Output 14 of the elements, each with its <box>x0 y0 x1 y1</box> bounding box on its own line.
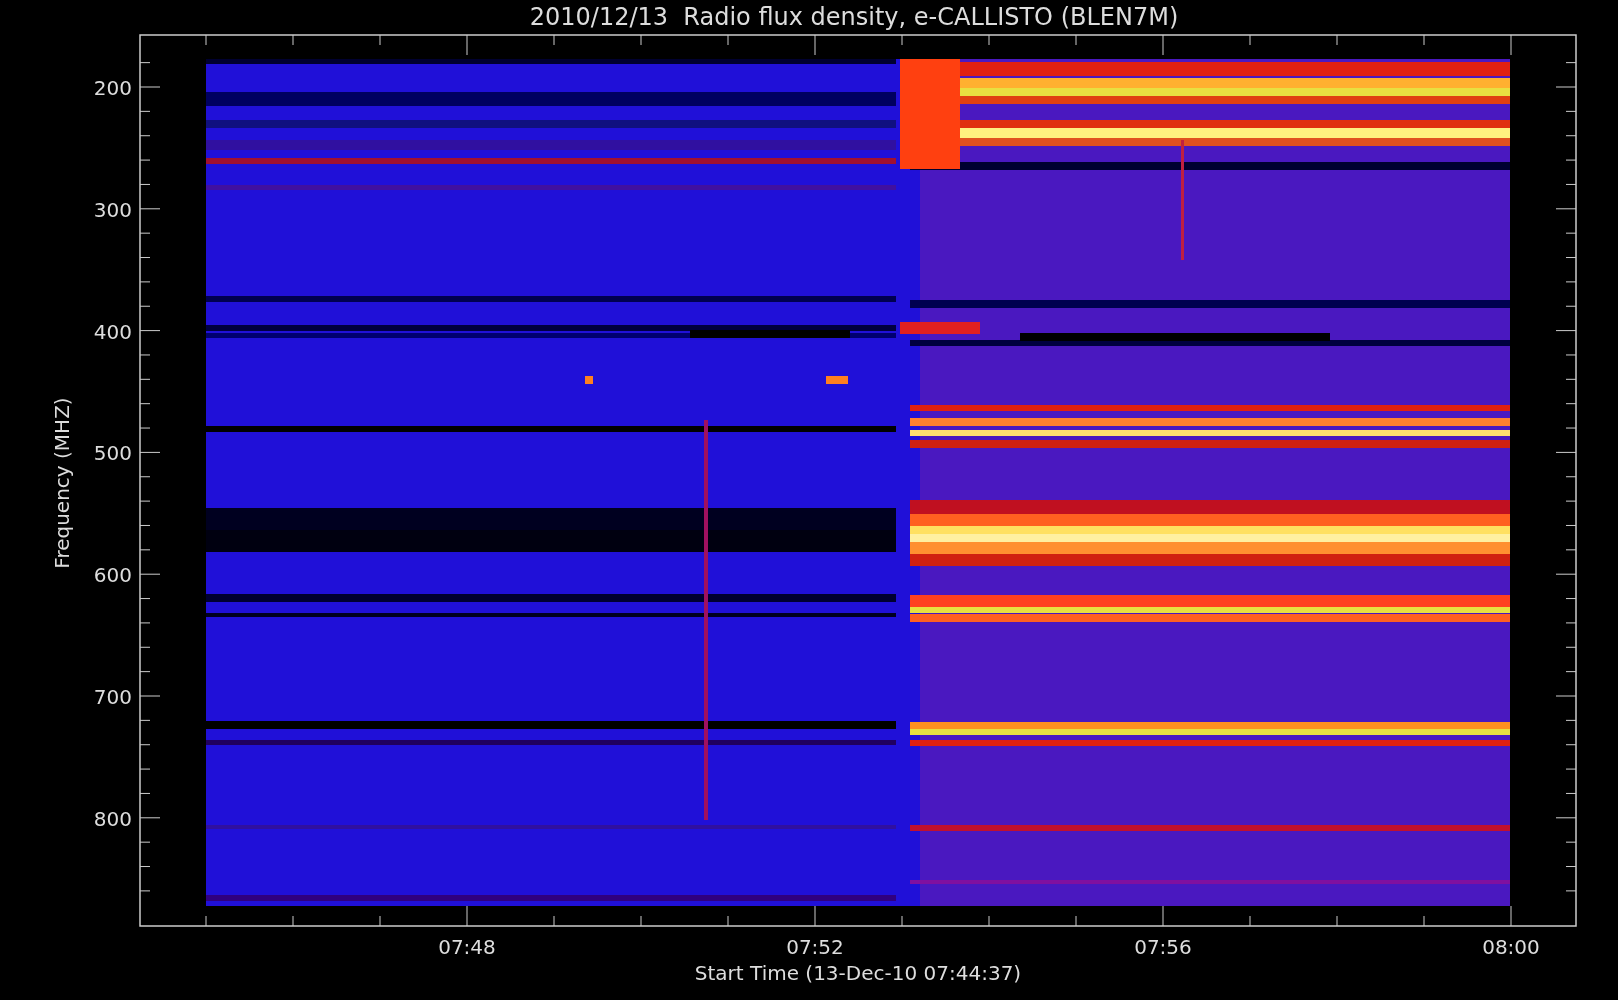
y-tick-label: 200 <box>93 76 132 100</box>
chart-title: 2010/12/13 Radio flux density, e-CALLISTO (BLEN7M) <box>529 3 1179 31</box>
y-axis-label: Frequency (MHZ) <box>50 397 74 569</box>
y-tick-label: 400 <box>93 319 132 344</box>
x-tick-label: 07:48 <box>438 935 496 959</box>
x-axis-label: Start Time (13-Dec-10 07:44:37) <box>694 961 1022 985</box>
y-tick-label: 500 <box>93 441 132 466</box>
x-tick-label: 08:00 <box>1482 935 1540 959</box>
y-tick-label: 600 <box>93 563 132 588</box>
x-tick-label: 07:56 <box>1134 935 1192 959</box>
x-tick-label: 07:52 <box>786 935 844 959</box>
y-tick-label: 800 <box>93 806 132 831</box>
y-tick-label: 300 <box>93 197 132 222</box>
y-tick-label: 700 <box>93 685 132 709</box>
